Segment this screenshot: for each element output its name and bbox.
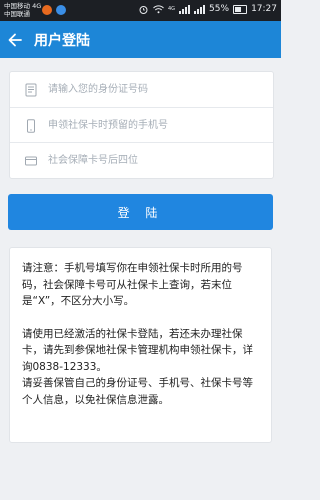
login-button[interactable]: 登 陆 [8,194,273,230]
wifi-icon [153,4,164,13]
id-card-icon [25,83,37,96]
clock-time: 17:27 [251,4,277,14]
card-icon [25,156,37,165]
battery-icon [233,4,248,14]
notice-paragraph-3: 请妥善保管自己的身份证号、手机号、社保卡号等个人信息，以免社保信息泄露。 [22,377,253,406]
card-number-row [10,142,273,178]
phone-input[interactable] [46,119,260,132]
carrier-info: 中国移动 4G 中国联通 [4,2,41,18]
carrier-1: 中国移动 4G [4,2,42,10]
status-bar: 中国移动 4G 中国联通 4G 55% 17:27 [0,0,281,21]
signal-icon [179,4,191,14]
app-bar: 用户登陆 [0,21,281,58]
notice-paragraph-2: 请使用已经激活的社保卡登陆，若还未办理社保卡，请先到参保地社保卡管理机构申领社保… [22,327,253,373]
phone-icon [27,118,35,133]
carrier-2: 中国联通 [4,10,30,18]
id-number-row [10,72,273,107]
login-form [9,71,274,179]
arrow-left-icon[interactable] [8,33,22,47]
notice-paragraph-1: 请注意：手机号填写你在申领社保卡时所用的号码，社会保障卡号可从社保卡上查询，若末… [22,262,243,307]
page-title: 用户登陆 [34,32,90,49]
notification-app-icon [42,5,52,15]
battery-percent: 55% [209,4,230,14]
notice-box: 请注意：手机号填写你在申领社保卡时所用的号码，社会保障卡号可从社保卡上查询，若末… [9,247,272,443]
id-number-input[interactable] [46,83,260,96]
status-right: 4G 55% 17:27 [138,4,277,14]
phone-row [10,107,273,143]
card-number-input[interactable] [46,154,260,167]
alarm-clock-icon [139,5,148,14]
signal-2-icon [194,4,206,14]
network-type: 4G [167,6,176,12]
notification-globe-icon [56,5,66,15]
